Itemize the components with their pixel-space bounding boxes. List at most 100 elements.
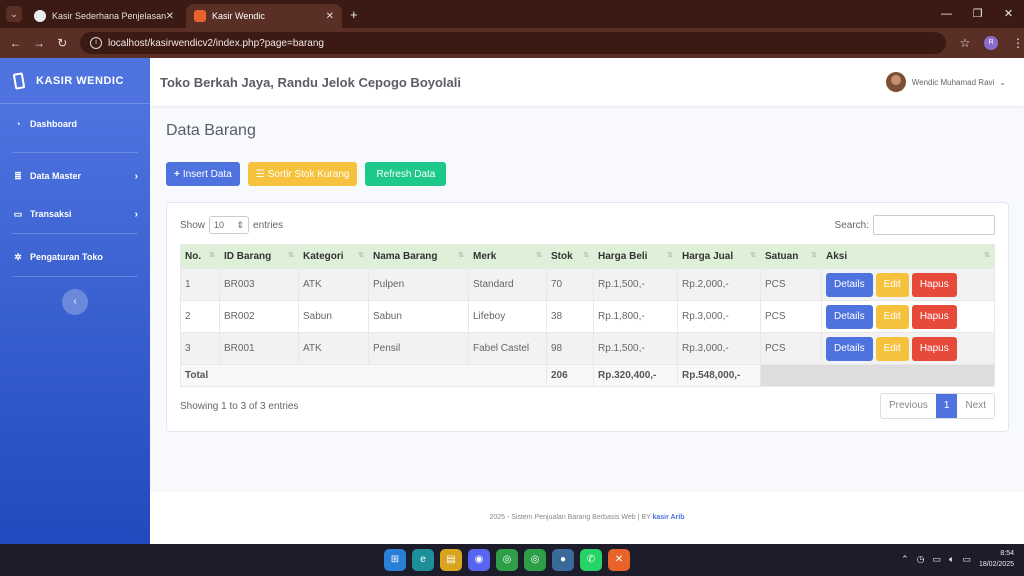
col-header-kategori[interactable]: Kategori ⇅ (298, 244, 369, 269)
restore-icon[interactable]: ❐ (962, 0, 993, 28)
app-icon[interactable]: ● (552, 549, 574, 571)
header-label: No. (185, 251, 202, 262)
col-header-stok[interactable]: Stok ⇅ (546, 244, 594, 269)
previous-page-button[interactable]: Previous (881, 394, 936, 418)
details-button[interactable]: Details (826, 272, 873, 297)
info-icon[interactable]: i (89, 37, 102, 49)
windows-start-icon[interactable]: ⊞ (384, 549, 406, 571)
cell-merk: Fabel Castel (468, 332, 547, 365)
edit-button[interactable]: Edit (875, 336, 909, 361)
header-label: Stok (551, 251, 573, 262)
clock[interactable]: 8:54 18/02/2025 (979, 548, 1014, 570)
tab-favicon-icon (34, 10, 46, 22)
sidebar-toggle-button[interactable]: ‹ (62, 289, 88, 315)
sort-icon: ⇅ (536, 252, 542, 259)
col-header-harga-jual[interactable]: Harga Jual ⇅ (677, 244, 761, 269)
hapus-button[interactable]: Hapus (911, 336, 957, 361)
col-header-aksi[interactable]: Aksi ⇅ (821, 244, 995, 269)
page-1-button[interactable]: 1 (935, 394, 958, 418)
next-page-button[interactable]: Next (957, 394, 994, 418)
file-explorer-icon[interactable]: ▤ (440, 549, 462, 571)
clock-time: 8:54 (1000, 550, 1014, 557)
col-header-harga-beli[interactable]: Harga Beli ⇅ (593, 244, 678, 269)
edge-icon[interactable]: e (412, 549, 434, 571)
chevron-up-icon[interactable]: ⌃ (901, 554, 909, 565)
barang-table: No. ⇅ ID Barang ⇅ Kategori ⇅ Nama Barang ⇅ M… (180, 244, 995, 387)
details-button[interactable]: Details (826, 304, 873, 329)
bookmark-star-icon[interactable]: ☆ (960, 36, 971, 50)
url-input[interactable]: i localhost/kasirwendicv2/index.php?page… (79, 32, 946, 54)
chrome-icon[interactable]: ◎ (496, 549, 518, 571)
desktop-icon: ▭ (13, 208, 23, 219)
forward-icon[interactable]: → (27, 36, 50, 50)
table-search: Search: (835, 215, 995, 235)
cell-nama-barang: Pensil (368, 332, 469, 365)
sidebar-item-label: Data Master (30, 171, 82, 181)
col-header-merk[interactable]: Merk ⇅ (468, 244, 547, 269)
browser-tab[interactable]: Kasir Sederhana Penjelasan ✕ (26, 4, 182, 28)
back-icon[interactable]: ← (4, 36, 27, 50)
sortir-stok-button[interactable]: ☰ Sortir Stok Kurang (247, 162, 358, 186)
close-icon[interactable]: ✕ (166, 11, 174, 22)
taskbar-apps: ⊞ e ▤ ◉ ◎ ◎ ● ✆ ✕ (384, 549, 630, 571)
sidebar-item-transaksi[interactable]: ▭ Transaksi › (0, 195, 150, 233)
network-icon[interactable]: ◷ (917, 554, 925, 565)
plus-icon: + (174, 168, 180, 180)
footer-author-link[interactable]: kasir Arib (653, 514, 685, 521)
col-header-nama-barang[interactable]: Nama Barang ⇅ (368, 244, 469, 269)
cell-kategori: ATK (298, 268, 369, 301)
refresh-data-button[interactable]: Refresh Data (365, 162, 447, 186)
data-table-card: Show 10 ⇕ entries Search: No. ⇅ ID Barang ⇅… (166, 202, 1009, 432)
browser-tab-active[interactable]: Kasir Wendic ✕ (186, 4, 342, 28)
discord-icon[interactable]: ◉ (468, 549, 490, 571)
hapus-button[interactable]: Hapus (911, 304, 957, 329)
close-icon[interactable]: ✕ (326, 11, 334, 22)
whatsapp-icon[interactable]: ✆ (580, 549, 602, 571)
edit-button[interactable]: Edit (875, 304, 909, 329)
cell-harga-jual: Rp.2,000,- (677, 268, 761, 301)
volume-icon[interactable]: 🔈︎ (949, 554, 954, 565)
cell-id-barang: BR003 (219, 268, 299, 301)
user-dropdown[interactable]: Wendic Muhamad Ravi ⌄ (885, 72, 1006, 92)
display-icon[interactable]: ▭ (933, 554, 942, 565)
details-button[interactable]: Details (826, 336, 873, 361)
footer-text: 2025 - Sistem Penjualan Barang Berbasis … (489, 514, 651, 521)
xampp-icon[interactable]: ✕ (608, 549, 630, 571)
profile-avatar[interactable]: R (984, 36, 998, 50)
total-row: Total 206 Rp.320,400,- Rp.548,000,- (180, 364, 995, 387)
table-row: 2 BR002 Sabun Sabun Lifeboy 38 Rp.1,800,… (180, 300, 995, 333)
reload-icon[interactable]: ↻ (51, 36, 74, 50)
search-input[interactable] (873, 215, 995, 235)
battery-icon[interactable]: ▭ (962, 554, 971, 565)
close-window-icon[interactable]: ✕ (993, 0, 1024, 28)
sidebar-brand[interactable]: KASIR WENDIC (0, 58, 150, 104)
cell-aksi: Details Edit Hapus (821, 300, 995, 333)
hapus-button[interactable]: Hapus (911, 272, 957, 297)
entries-select[interactable]: 10 ⇕ (209, 216, 250, 234)
sidebar-item-data-master[interactable]: ≣ Data Master › (0, 157, 150, 195)
sidebar-divider (12, 233, 138, 234)
tachometer-icon: ◔ (15, 119, 21, 129)
edit-button[interactable]: Edit (875, 272, 909, 297)
col-header-no[interactable]: No. ⇅ (180, 244, 220, 269)
browser-tab-strip: ⌄ Kasir Sederhana Penjelasan ✕ Kasir Wen… (0, 0, 1024, 28)
sidebar-divider (12, 276, 138, 277)
col-header-satuan[interactable]: Satuan ⇅ (760, 244, 822, 269)
col-header-id-barang[interactable]: ID Barang ⇅ (219, 244, 299, 269)
new-tab-button[interactable]: + (350, 7, 358, 22)
sidebar-item-dashboard[interactable]: ◔ Dashboard (0, 104, 150, 144)
insert-data-button[interactable]: + Insert Data (166, 162, 240, 186)
cell-kategori: ATK (298, 332, 369, 365)
header-label: ID Barang (224, 251, 272, 262)
tab-search-button[interactable]: ⌄ (6, 6, 22, 22)
minimize-icon[interactable]: — (931, 0, 962, 28)
header-label: Merk (473, 251, 497, 262)
header-label: Aksi (826, 251, 848, 262)
sort-icon: ⇅ (583, 252, 589, 259)
chrome-profile-icon[interactable]: ◎ (524, 549, 546, 571)
sidebar-item-pengaturan-toko[interactable]: ✲ Pengaturan Toko (0, 238, 150, 276)
system-tray: ⌃ ◷ ▭ 🔈︎ ▭ 8:54 18/02/2025 (901, 548, 1014, 570)
total-empty-cell (760, 364, 995, 387)
refresh-data-label: Refresh Data (376, 168, 436, 180)
menu-kebab-icon[interactable]: ⋮ (1012, 36, 1024, 50)
